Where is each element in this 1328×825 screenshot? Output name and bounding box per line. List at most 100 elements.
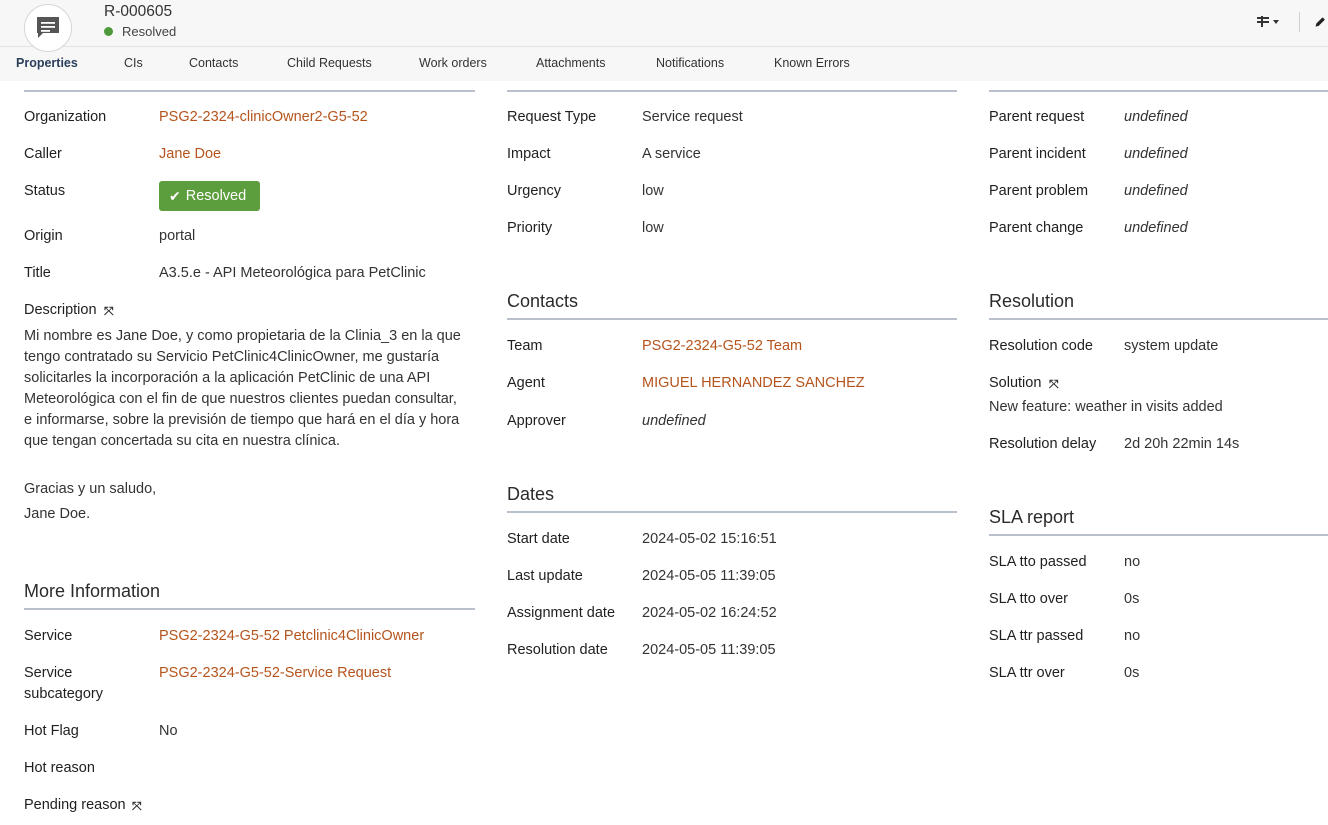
approver-value: undefined [642, 413, 706, 429]
ticket-id: R-000605 [104, 3, 173, 20]
urgency-value: low [642, 183, 664, 199]
section-divider [507, 511, 957, 513]
resolution-title: Resolution [989, 291, 1075, 311]
origin-label: Origin [24, 228, 63, 244]
sla-tto-over-value: 0s [1124, 591, 1140, 607]
header-divider [1299, 12, 1300, 32]
contacts-title: Contacts [507, 291, 579, 311]
parent-change-value: undefined [1124, 220, 1188, 236]
assignment-date-value: 2024-05-02 16:24:52 [642, 605, 777, 621]
pencil-icon [1315, 17, 1325, 27]
description-closing: Gracias y un saludo, [24, 481, 157, 497]
title-value: A3.5.e - API Meteorológica para PetClini… [159, 265, 426, 281]
ticket-status: Resolved [104, 24, 176, 39]
resolution-date-label: Resolution date [507, 642, 608, 658]
title-label: Title [24, 265, 51, 281]
section-divider [24, 608, 475, 610]
subcategory-label-line2: subcategory [24, 686, 103, 702]
description-line: e informarse, sobre la previsión de tiem… [24, 412, 460, 428]
sla-ttr-over-label: SLA ttr over [989, 665, 1065, 681]
description-text: Mi nombre es Jane Doe, y como propietari… [24, 326, 478, 452]
status-badge: ✔ Resolved [159, 181, 260, 211]
tab-attachments[interactable]: Attachments [536, 56, 605, 70]
section-divider [989, 90, 1328, 92]
start-date-label: Start date [507, 531, 570, 547]
tab-contacts[interactable]: Contacts [189, 56, 238, 70]
hot-flag-label: Hot Flag [24, 723, 79, 739]
parent-incident-value: undefined [1124, 146, 1188, 162]
section-divider [24, 90, 475, 92]
team-link[interactable]: PSG2-2324-G5-52 Team [642, 338, 802, 354]
solution-label: Solution [989, 375, 1042, 391]
description-signature: Jane Doe. [24, 506, 91, 522]
sla-ttr-passed-value: no [1124, 628, 1141, 644]
team-label: Team [507, 338, 543, 354]
dates-title: Dates [507, 484, 555, 504]
checkmark-icon: ✔ [169, 187, 181, 204]
resolution-delay-value: 2d 20h 22min 14s [1124, 436, 1240, 452]
description-line: Meteorológica con el fin de que nuestros… [24, 391, 457, 407]
caller-label: Caller [24, 146, 62, 162]
resolution-date-value: 2024-05-05 11:39:05 [642, 642, 776, 658]
section-divider [989, 534, 1328, 536]
parent-request-value: undefined [1124, 109, 1188, 125]
priority-value: low [642, 220, 664, 236]
tab-child-requests[interactable]: Child Requests [287, 56, 372, 70]
sla-tto-passed-label: SLA tto passed [989, 554, 1087, 570]
approver-label: Approver [507, 413, 566, 429]
section-divider [507, 90, 957, 92]
request-type-label: Request Type [507, 109, 597, 125]
parent-request-label: Parent request [989, 109, 1085, 125]
tab-known-errors[interactable]: Known Errors [774, 56, 850, 70]
hot-flag-value: No [159, 723, 178, 739]
service-label: Service [24, 628, 73, 644]
description-line: solicitarles la incorporación a la aplic… [24, 370, 431, 386]
description-line: que tengan concertada su cita en nuestra… [24, 433, 340, 449]
caller-link[interactable]: Jane Doe [159, 146, 221, 162]
agent-link[interactable]: MIGUEL HERNANDEZ SANCHEZ [642, 375, 865, 391]
tab-work-orders[interactable]: Work orders [419, 56, 487, 70]
pending-reason-label: Pending reason [24, 797, 126, 813]
hot-reason-label: Hot reason [24, 760, 95, 776]
start-date-value: 2024-05-02 15:16:51 [642, 531, 777, 547]
expand-icon[interactable]: ⤧ [1049, 378, 1059, 390]
tab-cis[interactable]: CIs [124, 56, 143, 70]
organization-label: Organization [24, 109, 107, 125]
header-actions [1257, 10, 1328, 34]
last-update-value: 2024-05-05 11:39:05 [642, 568, 776, 584]
sla-tto-over-label: SLA tto over [989, 591, 1068, 607]
request-type-value: Service request [642, 109, 743, 125]
assignment-date-label: Assignment date [507, 605, 616, 621]
subcategory-link[interactable]: PSG2-2324-G5-52-Service Request [159, 665, 391, 681]
parent-incident-label: Parent incident [989, 146, 1086, 162]
last-update-label: Last update [507, 568, 583, 584]
request-avatar [24, 4, 72, 52]
sla-tto-passed-value: no [1124, 554, 1141, 570]
actions-menu-button[interactable] [1257, 15, 1281, 29]
solution-value: New feature: weather in visits added [989, 399, 1223, 415]
service-link[interactable]: PSG2-2324-G5-52 Petclinic4ClinicOwner [159, 628, 424, 644]
section-divider [507, 318, 957, 320]
more-information-title: More Information [24, 581, 161, 601]
page-header: R-000605 Resolved [0, 0, 1328, 52]
resolution-code-value: system update [1124, 338, 1219, 354]
tab-notifications[interactable]: Notifications [656, 56, 724, 70]
actions-menu-icon [1257, 16, 1279, 27]
section-divider [989, 318, 1328, 320]
ticket-status-label: Resolved [122, 24, 177, 39]
impact-label: Impact [507, 146, 551, 162]
edit-button[interactable] [1314, 14, 1328, 30]
agent-label: Agent [507, 375, 545, 391]
expand-icon[interactable]: ⤧ [104, 305, 114, 317]
resolution-code-label: Resolution code [989, 338, 1093, 354]
expand-icon[interactable]: ⤧ [132, 800, 142, 812]
tab-bar: Properties CIs Contacts Child Requests W… [0, 46, 1328, 81]
parent-change-label: Parent change [989, 220, 1084, 236]
priority-label: Priority [507, 220, 553, 236]
tab-properties[interactable]: Properties [16, 56, 78, 70]
organization-link[interactable]: PSG2-2324-clinicOwner2-G5-52 [159, 109, 368, 125]
subcategory-label-line1: Service [24, 665, 73, 681]
impact-value: A service [642, 146, 701, 162]
status-badge-label: Resolved [185, 188, 247, 204]
status-label: Status [24, 183, 66, 199]
